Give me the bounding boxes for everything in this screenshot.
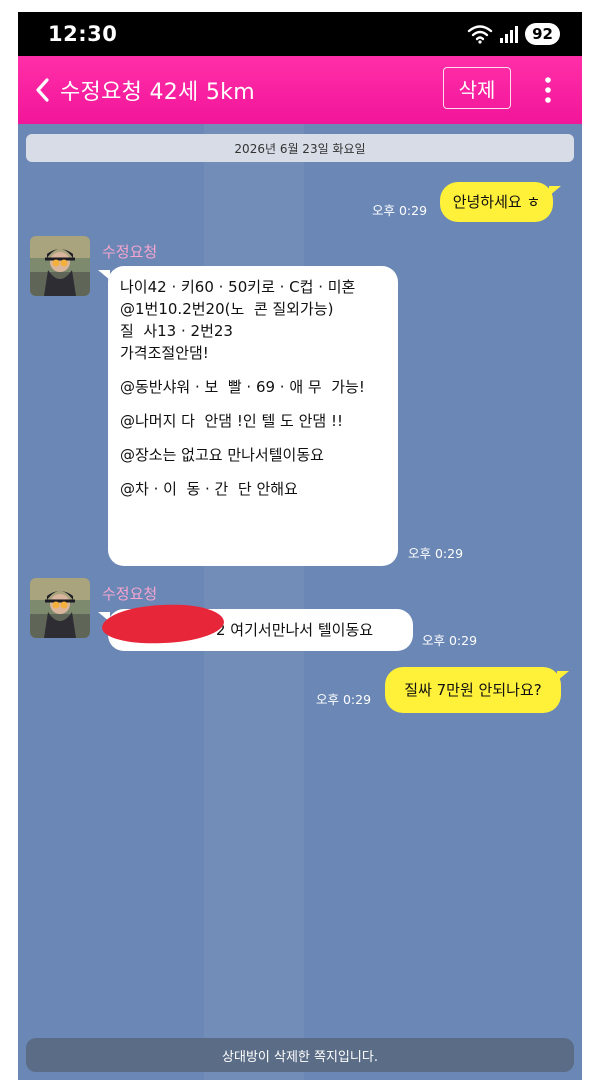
- date-divider: 2026년 6월 23일 화요일: [26, 134, 574, 162]
- my-message-bubble[interactable]: 안녕하세요 ㅎ: [440, 182, 553, 222]
- message-line: 질 사13 · 2번23: [120, 322, 233, 340]
- message-line: [120, 364, 386, 376]
- message-text: 질싸 7만원 안되나요?: [404, 681, 542, 699]
- status-icons: 92: [467, 22, 560, 46]
- message-line: @동반샤워 · 보 빨 · 69 · 애 무 가능!: [120, 378, 365, 396]
- message-line: [120, 432, 386, 444]
- avatar[interactable]: [30, 236, 90, 296]
- delete-button[interactable]: 삭제: [443, 67, 511, 109]
- page-title: 수정요청 42세 5km: [60, 80, 255, 105]
- chat-header: 수정요청 42세 5km 삭제: [18, 56, 582, 124]
- avatar-photo: [30, 578, 90, 638]
- more-button[interactable]: [538, 74, 558, 106]
- my-message-bubble[interactable]: 질싸 7만원 안되나요?: [385, 667, 561, 713]
- message-line: @차 · 이 동 · 간 단 안해요: [120, 480, 298, 498]
- message-line: @나머지 다 안댐 !인 텔 도 안댐 !!: [120, 412, 343, 430]
- avatar[interactable]: [30, 578, 90, 638]
- status-time: 12:30: [48, 22, 118, 46]
- chevron-left-icon: [36, 78, 49, 102]
- their-message-bubble[interactable]: 나이42 · 키60 · 50키로 · C컵 · 미혼 @1번10.2번20(노 …: [108, 266, 398, 566]
- message-time: 오후 0:29: [316, 692, 372, 707]
- wifi-icon: [467, 25, 493, 44]
- back-button[interactable]: [32, 76, 54, 104]
- message-line: 나이42 · 키60 · 50키로 · C컵 · 미혼: [120, 278, 356, 296]
- more-vertical-icon: [545, 77, 551, 103]
- message-text: 2 여기서만나서 텔이동요: [216, 621, 374, 639]
- message-time: 오후 0:29: [422, 633, 478, 648]
- sender-name: 수정요청: [102, 243, 158, 261]
- message-text: 안녕하세요 ㅎ: [452, 193, 541, 211]
- deleted-notice: 상대방이 삭제한 쪽지입니다.: [26, 1038, 574, 1072]
- message-line: [120, 398, 386, 410]
- message-line: @장소는 없고요 만나서텔이동요: [120, 446, 324, 464]
- status-bar: 12:30 92: [18, 12, 582, 56]
- bubble-tail: [549, 186, 561, 196]
- chat-screen: 12:30 92 수정요청 42세 5km 삭제 2026년 6월 23일 화요…: [18, 12, 582, 1080]
- battery-indicator: 92: [525, 23, 560, 45]
- message-line: 가격조절안댐!: [120, 344, 209, 362]
- sender-name: 수정요청: [102, 585, 158, 603]
- bubble-tail: [557, 671, 569, 681]
- message-line: @1번10.2번20(노 콘 질외가능): [120, 300, 334, 318]
- avatar-photo: [30, 236, 90, 296]
- message-time: 오후 0:29: [372, 203, 428, 218]
- signal-icon: [500, 26, 519, 43]
- message-line: [120, 466, 386, 478]
- message-time: 오후 0:29: [408, 546, 464, 561]
